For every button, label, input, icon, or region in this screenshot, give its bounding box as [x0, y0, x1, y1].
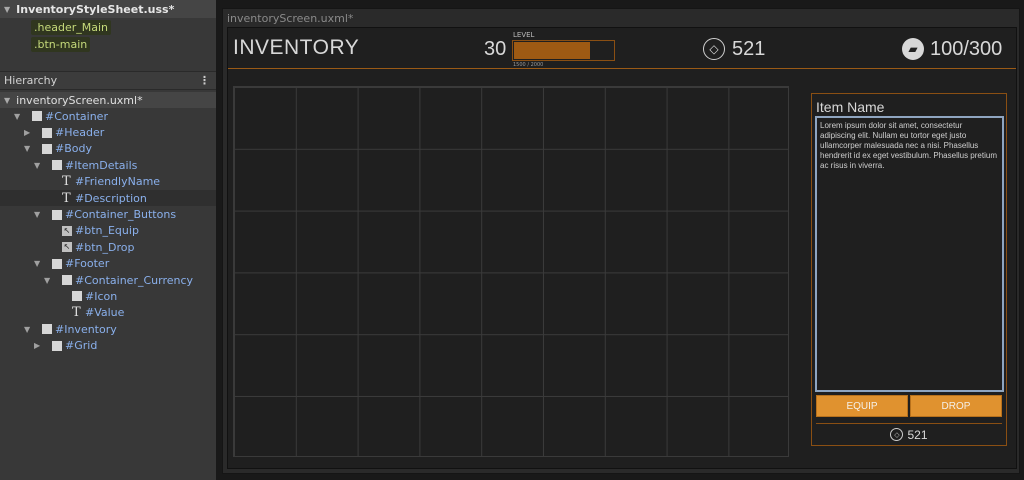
hierarchy-node[interactable]: ▼ #Container_Currency — [0, 272, 216, 288]
hierarchy-node[interactable]: ▶ #Grid — [0, 337, 216, 353]
hierarchy-node-label: #btn_Drop — [75, 240, 135, 254]
level-xp-text: 1500 / 2000 — [513, 62, 544, 68]
hierarchy-node[interactable]: T #Description — [0, 189, 216, 207]
hierarchy-node-label: #FriendlyName — [75, 175, 161, 189]
hierarchy-node[interactable]: T #FriendlyName — [0, 174, 216, 190]
hierarchy-node-label: #btn_Equip — [75, 224, 139, 238]
collapsed-arrow-icon[interactable]: ▶ — [24, 128, 34, 137]
hierarchy-node[interactable]: ▶ #Header — [0, 124, 216, 140]
kebab-menu-icon[interactable]: ⋮ — [199, 74, 210, 87]
item-friendly-name: Item Name — [816, 99, 885, 115]
visual-element-icon — [42, 127, 52, 138]
hierarchy-node[interactable]: ▼ #Inventory — [0, 321, 216, 337]
hierarchy-node[interactable]: T #Value — [0, 305, 216, 321]
hierarchy-tree: ▼ #Container ▶ #Header ▼ #Body ▼ #ItemDetails T #… — [0, 108, 216, 354]
visual-element-icon — [62, 275, 72, 286]
hierarchy-node[interactable]: ▼ #ItemDetails — [0, 157, 216, 173]
visual-element-icon — [52, 209, 62, 220]
uss-selector-header-main[interactable]: .header_Main — [31, 20, 112, 35]
details-buttons-container: EQUIP DROP — [816, 395, 1002, 417]
stylesheet-title: InventoryStyleSheet.uss* — [16, 2, 175, 16]
inventory-grid[interactable] — [233, 86, 789, 457]
hierarchy-document-name: inventoryScreen.uxml* — [16, 93, 143, 107]
hierarchy-node[interactable]: ↖ #btn_Drop — [0, 239, 216, 255]
hierarchy-node-label: #Container_Buttons — [65, 208, 177, 222]
hierarchy-node-label: #Icon — [85, 289, 118, 303]
button-element-icon: ↖ — [62, 242, 72, 253]
hierarchy-node[interactable]: ▼ #Container_Buttons — [0, 206, 216, 222]
hierarchy-node-label: #Container_Currency — [75, 273, 194, 287]
hierarchy-document-row[interactable]: ▼ inventoryScreen.uxml* — [0, 92, 216, 108]
item-description: Lorem ipsum dolor sit amet, consectetur … — [815, 116, 1004, 392]
level-progress-bar — [512, 40, 615, 61]
hierarchy-node-label: #Header — [55, 126, 105, 140]
hierarchy-node[interactable]: #Icon — [0, 288, 216, 304]
collapsed-arrow-icon[interactable]: ▶ — [34, 341, 44, 350]
hierarchy-node[interactable]: ↖ #btn_Equip — [0, 223, 216, 239]
expanded-arrow-icon[interactable]: ▼ — [34, 210, 44, 219]
hierarchy-node-label: #ItemDetails — [65, 158, 138, 172]
hierarchy-node-label: #Grid — [65, 339, 98, 353]
item-details-panel: Item Name Lorem ipsum dolor sit amet, co… — [811, 93, 1007, 446]
expanded-arrow-icon[interactable]: ▼ — [24, 144, 34, 153]
level-label: LEVEL — [513, 31, 535, 39]
visual-element-icon — [32, 111, 42, 122]
diamond-icon: ◇ — [703, 38, 725, 60]
visual-element-icon — [52, 340, 62, 351]
expand-triangle-icon[interactable]: ▼ — [4, 5, 10, 14]
hierarchy-node[interactable]: ▼ #Footer — [0, 256, 216, 272]
hierarchy-node-label: #Body — [55, 142, 92, 156]
level-progress-fill — [514, 42, 590, 59]
item-price: 521 — [907, 427, 928, 442]
uss-selector-btn-main[interactable]: .btn-main — [31, 37, 91, 52]
expanded-arrow-icon[interactable]: ▼ — [34, 161, 44, 170]
hierarchy-title: Hierarchy — [4, 74, 58, 87]
hierarchy-node[interactable]: ▼ #Container — [0, 108, 216, 124]
text-element-icon: T — [62, 190, 71, 206]
inventory-canvas: INVENTORY 30 LEVEL 1500 / 2000 ◇ 521 ▰ 1… — [227, 27, 1017, 469]
level-number: 30 — [484, 38, 507, 60]
viewport-title: inventoryScreen.uxml* — [227, 12, 354, 25]
hierarchy-node-label: #Description — [75, 191, 147, 205]
expanded-arrow-icon[interactable]: ▼ — [34, 259, 44, 268]
stylesheet-header[interactable]: ▼ InventoryStyleSheet.uss* — [0, 0, 216, 18]
expanded-arrow-icon[interactable]: ▼ — [14, 112, 24, 121]
viewport-area: inventoryScreen.uxml* INVENTORY 30 LEVEL… — [216, 0, 1024, 480]
details-footer: ◇ 521 — [816, 423, 1002, 445]
visual-element-icon — [42, 143, 52, 154]
currency-value: 521 — [732, 38, 766, 60]
expanded-arrow-icon[interactable]: ▼ — [24, 325, 34, 334]
weight-value: 100/300 — [930, 38, 1003, 60]
uxml-viewport-window: inventoryScreen.uxml* INVENTORY 30 LEVEL… — [222, 8, 1020, 474]
expand-triangle-icon[interactable]: ▼ — [4, 96, 10, 105]
visual-element-icon — [72, 291, 82, 302]
visual-element-icon — [52, 160, 62, 171]
inventory-title: INVENTORY — [233, 36, 360, 59]
left-panel: ▼ InventoryStyleSheet.uss* .header_Main … — [0, 0, 216, 480]
text-element-icon: T — [62, 174, 71, 190]
hierarchy-node-label: #Container — [45, 109, 108, 123]
button-element-icon: ↖ — [62, 225, 72, 236]
inventory-header: INVENTORY 30 LEVEL 1500 / 2000 ◇ 521 ▰ 1… — [228, 28, 1016, 69]
hierarchy-node-label: #Inventory — [55, 322, 117, 336]
visual-element-icon — [42, 324, 52, 335]
expanded-arrow-icon[interactable]: ▼ — [44, 276, 54, 285]
equip-button[interactable]: EQUIP — [816, 395, 908, 417]
hierarchy-panel-header: Hierarchy ⋮ — [0, 71, 216, 90]
text-element-icon: T — [72, 305, 81, 321]
drop-button[interactable]: DROP — [910, 395, 1002, 417]
hierarchy-node-label: #Value — [85, 306, 125, 320]
hierarchy-node-label: #Footer — [65, 257, 110, 271]
visual-element-icon — [52, 258, 62, 269]
hierarchy-node[interactable]: ▼ #Body — [0, 141, 216, 157]
weight-icon: ▰ — [902, 38, 924, 60]
diamond-icon: ◇ — [890, 428, 904, 441]
